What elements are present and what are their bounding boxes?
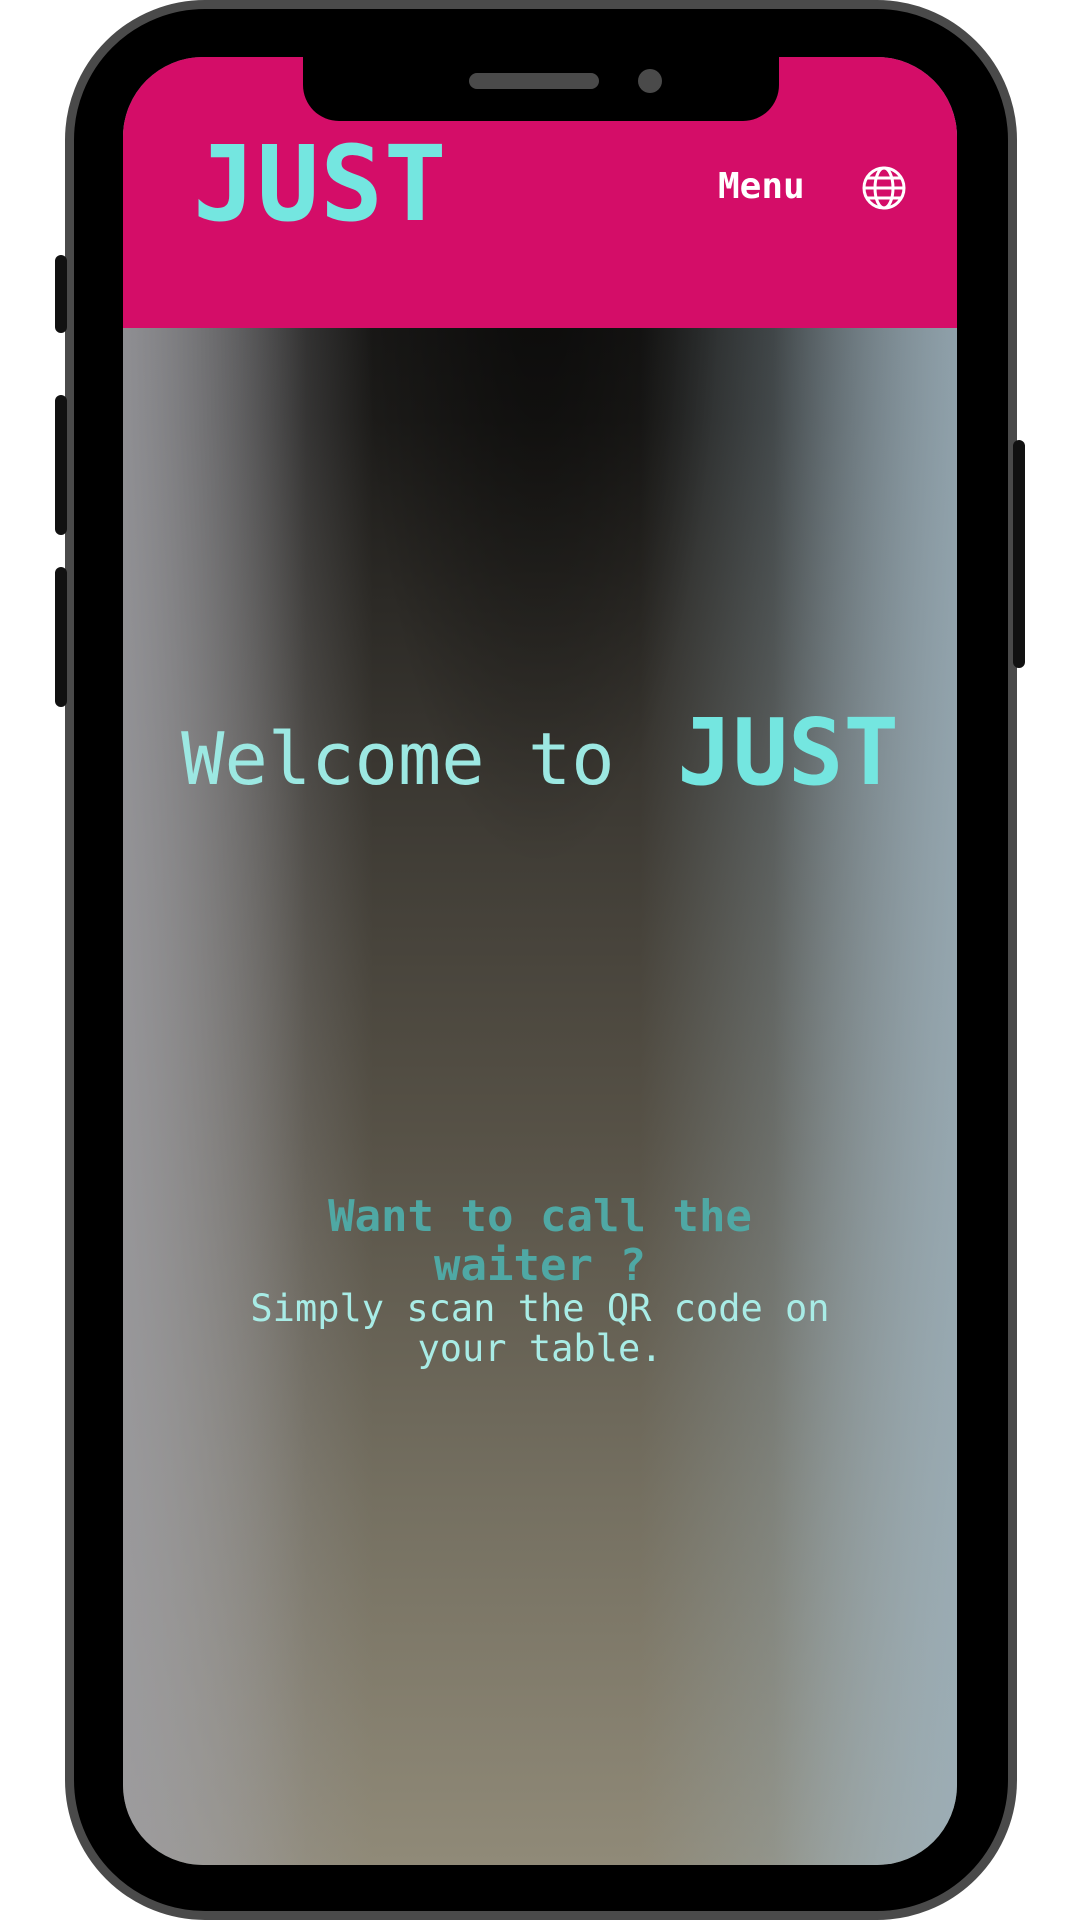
call-waiter-subtitle-line-1: Simply scan the QR code on xyxy=(250,1287,830,1330)
welcome-text: Welcome to xyxy=(181,717,615,801)
welcome-heading: Welcome to JUST xyxy=(123,707,957,799)
call-waiter-title-line-1: Want to call the xyxy=(328,1191,752,1242)
call-waiter-subtitle-line-2: your table. xyxy=(417,1327,663,1370)
menu-link[interactable]: Menu xyxy=(718,169,805,205)
side-button-volume-down xyxy=(55,567,67,707)
brand-logo[interactable]: JUST xyxy=(193,132,447,236)
device-stage: JUST Menu Welcome to JUST Want to call t… xyxy=(0,0,1080,1920)
side-button-mute xyxy=(55,255,67,333)
background-gradient xyxy=(123,57,957,1865)
call-waiter-title: Want to call the waiter ? xyxy=(123,1192,957,1290)
call-waiter-subtitle: Simply scan the QR code on your table. xyxy=(123,1289,957,1369)
globe-icon[interactable] xyxy=(861,165,907,211)
welcome-spacer xyxy=(624,717,667,801)
call-waiter-title-line-2: waiter ? xyxy=(434,1240,646,1291)
side-button-power xyxy=(1013,440,1025,668)
front-camera xyxy=(638,69,662,93)
side-button-volume-up xyxy=(55,395,67,535)
device-notch xyxy=(303,57,779,121)
speaker-grille xyxy=(469,73,599,89)
screen: JUST Menu Welcome to JUST Want to call t… xyxy=(123,57,957,1865)
welcome-brand: JUST xyxy=(677,699,899,806)
